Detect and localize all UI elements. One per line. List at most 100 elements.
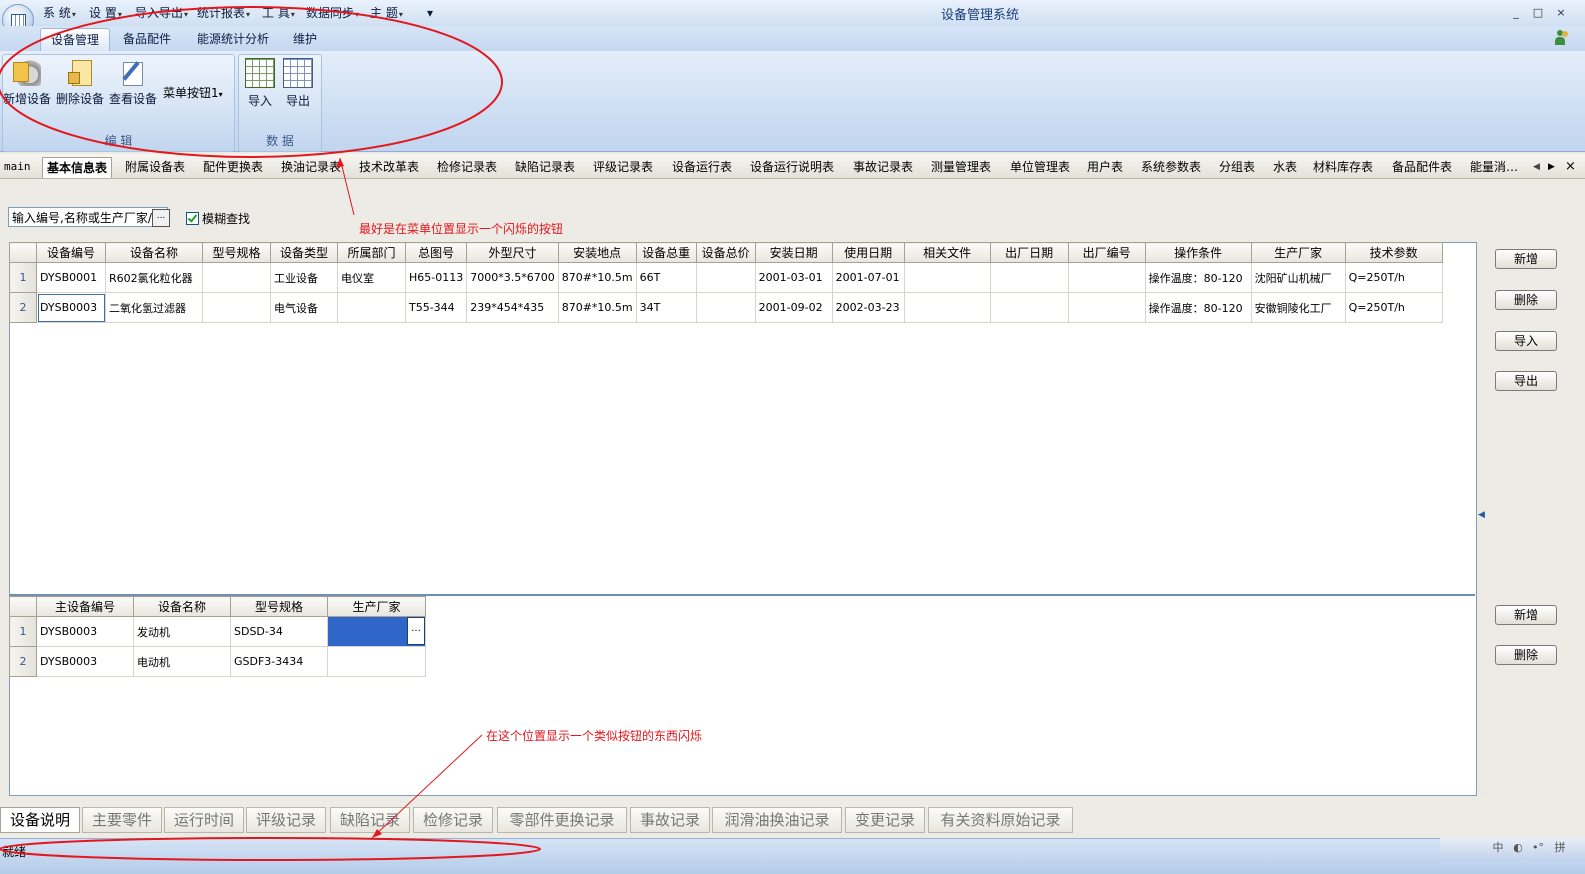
users-icon[interactable] <box>1555 30 1569 46</box>
table-cell[interactable] <box>903 262 991 293</box>
search-input[interactable]: 输入编号,名称或生产厂家/ <box>8 207 168 227</box>
column-header[interactable]: 生产厂家 <box>1250 242 1346 263</box>
ribbon-tab-energy-stats[interactable]: 能源统计分析 <box>187 28 279 50</box>
doc-tab-spare-parts[interactable]: 备品配件表 <box>1392 157 1452 177</box>
doc-tab-units[interactable]: 单位管理表 <box>1010 157 1070 177</box>
table-cell[interactable]: 34T <box>635 292 697 323</box>
doc-tab-attached-devices[interactable]: 附属设备表 <box>125 157 185 177</box>
table-cell[interactable] <box>337 292 406 323</box>
column-header[interactable]: 安装日期 <box>754 242 833 263</box>
scroll-left-icon[interactable]: ◀ <box>1533 157 1540 177</box>
ime-softkeyboard-icon[interactable]: 拼 <box>1552 840 1568 856</box>
column-header[interactable]: 技术参数 <box>1344 242 1443 263</box>
table-cell[interactable] <box>989 262 1069 293</box>
table-cell[interactable] <box>695 292 756 323</box>
table-cell[interactable]: 2002-03-23 <box>831 292 905 323</box>
close-button[interactable]: × <box>1553 5 1569 21</box>
table-cell[interactable]: 2001-09-02 <box>754 292 833 323</box>
column-header[interactable]: 外型尺寸 <box>466 242 559 263</box>
bottom-tab-defect-records[interactable]: 缺陷记录 <box>330 807 410 833</box>
search-ellipsis-button[interactable]: ... <box>152 209 170 227</box>
table-row[interactable]: 1 DYSB0003 发动机 SDSD-34 <box>9 616 426 647</box>
bottom-tab-main-parts[interactable]: 主要零件 <box>82 807 162 833</box>
table-row[interactable]: 2 DYSB0003 二氧化氢过滤器 电气设备 T55-344 239*454*… <box>9 292 1443 323</box>
quick-access-customize-icon[interactable]: ▾ <box>427 5 433 21</box>
table-cell[interactable]: 870#*10.5m <box>557 292 637 323</box>
doc-tab-main[interactable]: main <box>4 157 31 177</box>
table-cell[interactable] <box>327 646 426 677</box>
bottom-tab-overhaul-records[interactable]: 检修记录 <box>413 807 493 833</box>
table-cell[interactable] <box>1067 292 1146 323</box>
column-header[interactable]: 出厂编号 <box>1067 242 1146 263</box>
menu-import-export[interactable]: 导入导出▾ <box>135 5 188 21</box>
table-cell[interactable]: 电气设备 <box>270 292 338 323</box>
column-header[interactable]: 设备名称 <box>133 596 231 617</box>
doc-tab-part-replacement[interactable]: 配件更换表 <box>203 157 263 177</box>
doc-tab-accidents[interactable]: 事故记录表 <box>853 157 913 177</box>
table-cell[interactable]: 7000*3.5*6700 <box>466 262 559 293</box>
doc-tab-oil-change[interactable]: 换油记录表 <box>281 157 341 177</box>
side-panel-collapse[interactable]: ◀ <box>1476 242 1487 794</box>
bottom-tab-run-time[interactable]: 运行时间 <box>164 807 244 833</box>
doc-tab-tech-reform[interactable]: 技术改革表 <box>359 157 419 177</box>
table-cell[interactable] <box>1067 262 1146 293</box>
column-header[interactable]: 型号规格 <box>202 242 271 263</box>
table-cell[interactable]: 870#*10.5m <box>557 262 637 293</box>
column-header[interactable]: 设备名称 <box>105 242 203 263</box>
delete-button[interactable]: 删除 <box>1495 290 1557 310</box>
table-row[interactable]: 1 DYSB0001 R602氯化粒化器 工业设备 电仪室 H65-0113 7… <box>9 262 1443 293</box>
table-cell[interactable]: 工业设备 <box>270 262 338 293</box>
import-side-button[interactable]: 导入 <box>1495 331 1557 351</box>
column-header[interactable]: 型号规格 <box>230 596 328 617</box>
doc-tab-overhaul[interactable]: 检修记录表 <box>437 157 497 177</box>
doc-tab-water-meter[interactable]: 水表 <box>1273 157 1297 177</box>
table-cell[interactable]: GSDF3-3434 <box>230 646 328 677</box>
doc-tab-rating[interactable]: 评级记录表 <box>593 157 653 177</box>
view-device-button[interactable]: 查看设备 <box>108 58 158 110</box>
export-side-button[interactable]: 导出 <box>1495 371 1557 391</box>
minimize-button[interactable]: _ <box>1508 5 1524 21</box>
table-cell[interactable] <box>989 292 1069 323</box>
bottom-tab-lubrication-records[interactable]: 润滑油换油记录 <box>712 807 842 833</box>
table-cell[interactable]: H65-0113 <box>404 262 468 293</box>
sub-device-grid[interactable]: 主设备编号 设备名称 型号规格 生产厂家 1 DYSB0003 发动机 SDSD… <box>9 596 426 677</box>
table-cell[interactable]: 沈阳矿山机械厂 <box>1250 262 1346 293</box>
delete-device-button[interactable]: 删除设备 <box>55 58 105 110</box>
table-cell[interactable]: 2001-03-01 <box>754 262 833 293</box>
column-header[interactable]: 操作条件 <box>1144 242 1252 263</box>
doc-tab-measurement[interactable]: 测量管理表 <box>931 157 991 177</box>
ime-punctuation-icon[interactable]: •° <box>1530 840 1546 856</box>
table-cell[interactable]: R602氯化粒化器 <box>105 262 203 293</box>
table-cell-focused[interactable]: DYSB0003 <box>36 292 106 323</box>
bottom-tab-original-documents[interactable]: 有关资料原始记录 <box>928 807 1073 833</box>
scroll-right-icon[interactable]: ▶ <box>1548 157 1555 177</box>
table-cell[interactable]: 239*454*435 <box>466 292 559 323</box>
table-cell[interactable] <box>202 292 271 323</box>
column-header[interactable]: 相关文件 <box>903 242 991 263</box>
column-header[interactable]: 设备总价 <box>695 242 756 263</box>
column-header[interactable]: 使用日期 <box>831 242 905 263</box>
delete-sub-button[interactable]: 删除 <box>1495 645 1557 665</box>
table-cell[interactable]: 电动机 <box>133 646 231 677</box>
table-cell[interactable] <box>903 292 991 323</box>
cell-ellipsis-button[interactable]: ... <box>407 617 425 645</box>
table-cell[interactable] <box>202 262 271 293</box>
table-cell[interactable]: 安徽铜陵化工厂 <box>1250 292 1346 323</box>
device-grid[interactable]: 设备编号 设备名称 型号规格 设备类型 所属部门 总图号 外型尺寸 安装地点 设… <box>9 242 1443 323</box>
column-header[interactable]: 出厂日期 <box>989 242 1069 263</box>
table-cell[interactable]: DYSB0001 <box>36 262 106 293</box>
close-tab-icon[interactable]: × <box>1565 157 1576 177</box>
doc-tab-energy[interactable]: 能量消… <box>1470 157 1518 177</box>
bottom-tab-part-replacement-records[interactable]: 零部件更换记录 <box>497 807 627 833</box>
doc-tab-system-params[interactable]: 系统参数表 <box>1141 157 1201 177</box>
column-header[interactable]: 设备总重 <box>635 242 697 263</box>
doc-tab-users[interactable]: 用户表 <box>1087 157 1123 177</box>
ribbon-tab-device-management[interactable]: 设备管理 <box>40 28 111 51</box>
menu-reports[interactable]: 统计报表▾ <box>197 5 250 21</box>
ime-chinese-icon[interactable]: 中 <box>1490 840 1506 856</box>
doc-tab-defects[interactable]: 缺陷记录表 <box>515 157 575 177</box>
ribbon-tab-spare-parts[interactable]: 备品配件 <box>113 28 181 50</box>
add-device-button[interactable]: 新增设备 <box>2 58 52 110</box>
menu-button-1[interactable]: 菜单按钮1▾ <box>163 84 223 101</box>
column-header[interactable]: 设备类型 <box>270 242 338 263</box>
